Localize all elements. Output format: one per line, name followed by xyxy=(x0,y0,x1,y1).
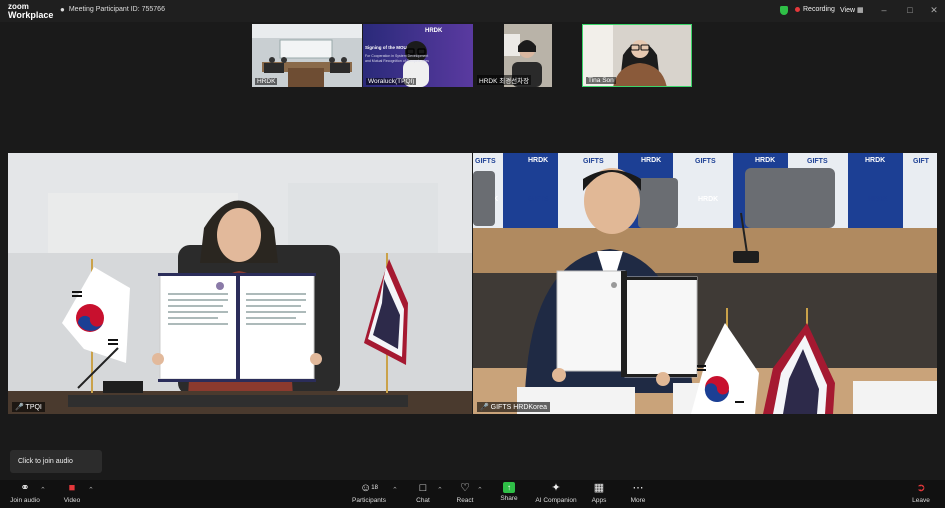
participant-name: 🎤 GIFTS HRDKorea xyxy=(477,402,551,412)
people-icon: ☺18 xyxy=(360,482,378,494)
video-tile-gifts-hrdkorea[interactable]: GIFTS HRDK GIFTS HRDK GIFTS HRDK GIFTS H… xyxy=(473,153,937,414)
share-icon: ↑ xyxy=(503,482,515,493)
participants-label: Participants xyxy=(352,497,386,504)
share-label: Share xyxy=(500,495,518,502)
slide-logo: HRDK xyxy=(425,28,443,34)
chat-icon: □ xyxy=(419,482,427,494)
svg-text:HRDK: HRDK xyxy=(755,157,775,164)
svg-text:HRDK: HRDK xyxy=(698,196,718,203)
participants-count: 18 xyxy=(371,485,378,491)
video-off-icon: ■ xyxy=(68,482,76,494)
chat-label: Chat xyxy=(416,497,430,504)
svg-text:HRDK: HRDK xyxy=(641,157,661,164)
headphone-icon: ⚭ xyxy=(20,482,30,494)
svg-text:HRDK: HRDK xyxy=(528,157,548,164)
meeting-toolbar: ⚭ Join audio ⌃ ■ Video ⌃ ☺18 Participant… xyxy=(0,480,945,508)
minimize-button[interactable]: – xyxy=(878,4,890,16)
participant-name-text: GIFTS HRDKorea xyxy=(490,404,548,411)
meeting-id-text: Meeting Participant ID: 755766 xyxy=(68,6,165,13)
meeting-info[interactable]: ● Meeting Participant ID: 755766 xyxy=(60,5,165,14)
participants-chevron-icon[interactable]: ⌃ xyxy=(392,486,398,494)
thumbnail-woraluck[interactable]: HRDK Signing of the MOU For Cooperation … xyxy=(363,24,473,87)
view-label: View xyxy=(840,7,856,14)
chat-chevron-icon[interactable]: ⌃ xyxy=(437,486,443,494)
shield-icon[interactable] xyxy=(780,6,788,15)
record-dot-icon xyxy=(795,7,800,12)
join-audio-label: Join audio xyxy=(10,497,40,504)
participant-name: Woraluck(TPQI) xyxy=(366,78,417,85)
recording-label: Recording xyxy=(803,6,835,13)
video-label: Video xyxy=(63,497,81,504)
slide-subtitle-1: For Cooperation in System Development xyxy=(365,54,429,58)
participant-name: HRDK xyxy=(255,78,278,85)
slide-subtitle-2: and Mutual Recognition of Competencies xyxy=(365,59,430,63)
participant-name-text: TPQI xyxy=(25,404,42,411)
react-chevron-icon[interactable]: ⌃ xyxy=(477,486,483,494)
participant-name: Tina Son xyxy=(586,77,616,84)
join-audio-button[interactable]: ⚭ Join audio xyxy=(10,482,40,504)
react-label: React xyxy=(456,497,474,504)
grid-icon: ▦ xyxy=(857,7,864,14)
title-bar: zoom Workplace ● Meeting Participant ID:… xyxy=(0,0,945,22)
maximize-button[interactable]: □ xyxy=(904,4,916,16)
chat-button[interactable]: □ Chat xyxy=(412,482,434,504)
sparkle-icon: ✦ xyxy=(551,482,561,494)
view-button[interactable]: View ▦ xyxy=(840,6,864,14)
join-audio-toast[interactable]: Click to join audio xyxy=(10,450,102,473)
more-label: More xyxy=(630,497,646,504)
heart-icon: ♡ xyxy=(460,482,470,494)
svg-text:GIFTS: GIFTS xyxy=(583,158,604,165)
leave-label: Leave xyxy=(912,497,930,504)
video-options-chevron-icon[interactable]: ⌃ xyxy=(88,486,94,494)
leave-button[interactable]: ➲ Leave xyxy=(908,482,934,504)
svg-text:HRDK: HRDK xyxy=(868,196,888,203)
participant-name: 🎤 TPQI xyxy=(12,402,45,412)
thumbnail-tina-son[interactable]: Tina Son xyxy=(582,24,692,87)
apps-button[interactable]: ▦ Apps xyxy=(588,482,610,504)
svg-text:GIFTS: GIFTS xyxy=(528,196,549,203)
paw-icon: ● xyxy=(60,5,65,14)
participants-button[interactable]: ☺18 Participants xyxy=(352,482,386,504)
video-button[interactable]: ■ Video xyxy=(60,482,84,504)
participant-name: HRDK 최경선차장 xyxy=(477,75,532,85)
svg-text:GIFTS: GIFTS xyxy=(807,158,828,165)
more-icon: ⋯ xyxy=(632,482,644,494)
more-button[interactable]: ⋯ More xyxy=(627,482,649,504)
recording-indicator[interactable]: Recording xyxy=(795,6,835,13)
apps-label: Apps xyxy=(591,497,607,504)
share-button[interactable]: ↑ Share xyxy=(496,482,522,502)
video-tile-tpqi[interactable]: 🎤 TPQI xyxy=(8,153,472,414)
close-button[interactable]: ✕ xyxy=(928,4,940,16)
ai-companion-label: AI Companion xyxy=(535,497,577,504)
thumbnail-hrdk-room[interactable]: HRDK xyxy=(252,24,362,87)
banner-label: GIFTS xyxy=(475,158,496,165)
tpqi-video xyxy=(8,153,472,414)
svg-text:GIFTS: GIFTS xyxy=(695,158,716,165)
svg-text:GIFT: GIFT xyxy=(913,158,930,165)
logo-line2: Workplace xyxy=(8,10,54,20)
toast-text: Click to join audio xyxy=(18,458,73,465)
apps-icon: ▦ xyxy=(593,482,605,494)
zoom-logo: zoom Workplace xyxy=(8,2,53,20)
audio-options-chevron-icon[interactable]: ⌃ xyxy=(40,486,46,494)
leave-icon: ➲ xyxy=(916,482,926,494)
ai-companion-button[interactable]: ✦ AI Companion xyxy=(534,482,578,504)
slide-title: Signing of the MOU xyxy=(365,45,407,50)
thumbnail-choi[interactable]: HRDK 최경선차장 xyxy=(474,24,584,87)
hrdk-video: GIFTS HRDK GIFTS HRDK GIFTS HRDK GIFTS H… xyxy=(473,153,937,414)
react-button[interactable]: ♡ React xyxy=(454,482,476,504)
svg-text:HRDK: HRDK xyxy=(865,157,885,164)
